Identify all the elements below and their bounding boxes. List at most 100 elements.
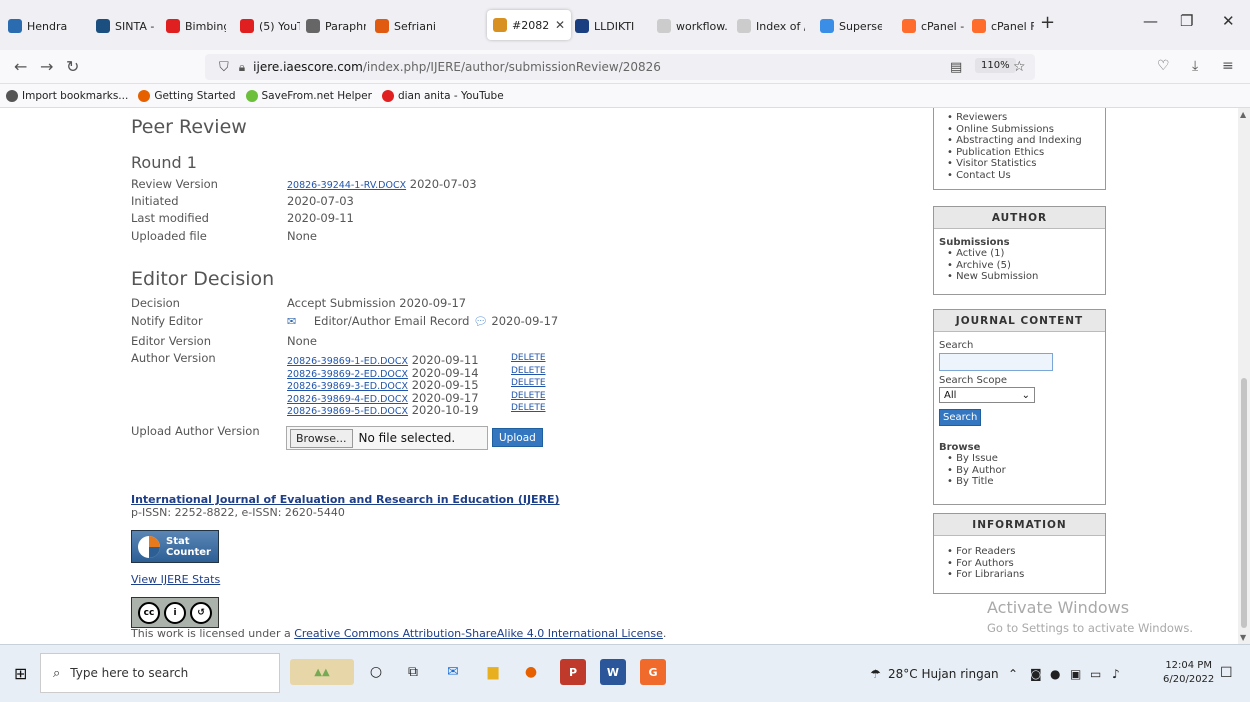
tab-1[interactable]: Hendra bbox=[8, 13, 78, 39]
tab-13[interactable]: cPanel F bbox=[972, 13, 1034, 39]
tab-10[interactable]: Index of / bbox=[737, 13, 805, 39]
statcounter-badge[interactable]: Stat Counter bbox=[131, 530, 219, 563]
sidebar-author-block: AUTHOR Submissions Active (1)Archive (5)… bbox=[933, 206, 1106, 295]
upload-button[interactable]: Upload bbox=[492, 428, 543, 447]
restore-icon[interactable]: ❐ bbox=[1180, 12, 1193, 30]
sidebar-link[interactable]: Reviewers bbox=[947, 112, 1100, 124]
delete-link[interactable]: DELETE bbox=[511, 403, 546, 413]
sidebar-link[interactable]: Publication Ethics bbox=[947, 147, 1100, 159]
zoom-level[interactable]: 110% bbox=[975, 58, 1016, 73]
minimize-icon[interactable]: — bbox=[1143, 12, 1158, 30]
reader-view-icon[interactable]: ▤ bbox=[950, 60, 962, 75]
email-record-link[interactable]: Editor/Author Email Record bbox=[314, 314, 470, 328]
decision-label: Decision bbox=[131, 296, 180, 310]
comment-icon[interactable]: 💬︎ bbox=[473, 314, 488, 328]
file-explorer-icon[interactable]: ▆ bbox=[480, 659, 506, 685]
tab-12[interactable]: cPanel - bbox=[902, 13, 964, 39]
tab-5[interactable]: Paraphra bbox=[306, 13, 366, 39]
menu-icon[interactable]: ≡ bbox=[1222, 58, 1234, 74]
information-link[interactable]: For Librarians bbox=[947, 569, 1100, 581]
cc-license-badge[interactable]: cc i ↺ bbox=[131, 597, 219, 628]
delete-link[interactable]: DELETE bbox=[511, 391, 546, 401]
bookmark-item[interactable]: dian anita - YouTube bbox=[381, 89, 504, 102]
cortana-icon[interactable]: ○ bbox=[363, 659, 389, 685]
close-icon[interactable]: ✕ bbox=[1222, 12, 1235, 30]
browse-link[interactable]: By Title bbox=[947, 476, 1100, 488]
tab-11[interactable]: Superse bbox=[820, 13, 882, 39]
close-tab-icon[interactable]: ✕ bbox=[555, 18, 565, 32]
bookmark-item[interactable]: SaveFrom.net Helper bbox=[245, 89, 372, 102]
sidebar-link[interactable]: Visitor Statistics bbox=[947, 158, 1100, 170]
email-icon[interactable]: ✉ bbox=[287, 315, 296, 328]
tab-9[interactable]: workflow.pd bbox=[657, 13, 727, 39]
display-icon[interactable]: ▣ bbox=[1070, 667, 1081, 681]
windows-start-icon[interactable]: ⊞ bbox=[14, 664, 27, 683]
task-view-icon[interactable]: ⧉ bbox=[400, 659, 426, 685]
delete-link[interactable]: DELETE bbox=[511, 366, 546, 376]
scroll-down-icon[interactable]: ▼ bbox=[1240, 633, 1246, 642]
search-scope-select[interactable]: All ⌄ bbox=[939, 387, 1035, 403]
reload-icon[interactable]: ↻ bbox=[66, 57, 79, 76]
weather-text[interactable]: 28°C Hujan ringan bbox=[888, 667, 999, 681]
address-bar[interactable]: ⛉ 🔒︎ ijere.iaescore.com/index.php/IJERE/… bbox=[205, 54, 1035, 80]
shield-icon[interactable]: ⛉ bbox=[219, 60, 229, 75]
mail-icon[interactable]: ✉ bbox=[440, 659, 466, 685]
sidebar-link[interactable]: Abstracting and Indexing bbox=[947, 135, 1100, 147]
information-link[interactable]: For Readers bbox=[947, 546, 1100, 558]
network-icon[interactable]: ▭ bbox=[1090, 667, 1101, 681]
tab-6[interactable]: Sefriani, bbox=[375, 13, 435, 39]
downloads-icon[interactable]: ⤓ bbox=[1192, 58, 1198, 74]
review-version-file-link[interactable]: 20826-39244-1-RV.DOCX bbox=[287, 180, 406, 191]
browse-link[interactable]: By Issue bbox=[947, 453, 1100, 465]
app-g-icon[interactable]: G bbox=[640, 659, 666, 685]
scroll-thumb[interactable] bbox=[1241, 378, 1247, 628]
tab-4[interactable]: (5) YouT bbox=[240, 13, 300, 39]
firefox-icon[interactable]: ● bbox=[518, 659, 544, 685]
tab-3[interactable]: Bimbing bbox=[166, 13, 226, 39]
taskbar-clock[interactable]: 12:04 PM 6/20/2022 bbox=[1163, 659, 1214, 687]
browse-link[interactable]: By Author bbox=[947, 465, 1100, 477]
sidebar-link[interactable]: Online Submissions bbox=[947, 124, 1100, 136]
page-scrollbar[interactable]: ▲ ▼ bbox=[1238, 108, 1250, 644]
url-text[interactable]: ijere.iaescore.com/index.php/IJERE/autho… bbox=[253, 60, 661, 74]
search-button[interactable]: Search bbox=[939, 409, 982, 426]
back-icon[interactable]: ← bbox=[14, 57, 27, 76]
weather-icon[interactable]: ☂ bbox=[870, 667, 881, 681]
meet-now-icon[interactable]: ◙ bbox=[1030, 667, 1042, 681]
sidebar-link[interactable]: Contact Us bbox=[947, 170, 1100, 182]
bookmark-item[interactable]: Import bookmarks... bbox=[6, 89, 128, 102]
chevron-down-icon: ⌄ bbox=[1021, 389, 1030, 401]
tab-7[interactable]: #2082 ✕ bbox=[487, 10, 571, 40]
file-input[interactable]: Browse... No file selected. bbox=[286, 426, 488, 450]
scroll-up-icon[interactable]: ▲ bbox=[1240, 110, 1246, 119]
submission-link[interactable]: Active (1) bbox=[947, 248, 1100, 260]
journal-title-link[interactable]: International Journal of Evaluation and … bbox=[131, 493, 560, 506]
view-stats-link[interactable]: View IJERE Stats bbox=[131, 573, 220, 586]
taskbar-search-box[interactable]: ⌕ Type here to search bbox=[40, 653, 280, 693]
pocket-icon[interactable]: ♡ bbox=[1157, 58, 1170, 74]
new-tab-button[interactable]: + bbox=[1040, 12, 1055, 33]
initiated-value: 2020-07-03 bbox=[287, 194, 354, 208]
delete-link[interactable]: DELETE bbox=[511, 353, 546, 363]
lock-icon[interactable]: 🔒︎ bbox=[239, 60, 245, 75]
submission-link[interactable]: Archive (5) bbox=[947, 260, 1100, 272]
delete-link[interactable]: DELETE bbox=[511, 378, 546, 388]
author-version-file-link[interactable]: 20826-39869-5-ED.DOCX bbox=[287, 406, 408, 417]
notification-icon[interactable]: ☐ bbox=[1220, 665, 1233, 681]
browse-button[interactable]: Browse... bbox=[290, 428, 353, 448]
news-widget-icon[interactable]: ▲▲ bbox=[290, 659, 354, 685]
information-link[interactable]: For Authors bbox=[947, 558, 1100, 570]
search-input[interactable] bbox=[939, 353, 1053, 371]
bookmark-star-icon[interactable]: ☆ bbox=[1013, 59, 1026, 75]
forward-icon[interactable]: → bbox=[40, 57, 53, 76]
submission-link[interactable]: New Submission bbox=[947, 271, 1100, 283]
tray-overflow-icon[interactable]: ⌃ bbox=[1008, 667, 1018, 681]
powerpoint-icon[interactable]: P bbox=[560, 659, 586, 685]
volume-icon[interactable]: ♪ bbox=[1112, 667, 1120, 681]
tab-8[interactable]: LLDIKTI bbox=[575, 13, 641, 39]
license-link[interactable]: Creative Commons Attribution-ShareAlike … bbox=[294, 627, 663, 640]
microphone-icon[interactable]: ● bbox=[1050, 667, 1060, 681]
bookmark-item[interactable]: Getting Started bbox=[138, 89, 236, 102]
word-icon[interactable]: W bbox=[600, 659, 626, 685]
tab-2[interactable]: SINTA - bbox=[96, 13, 156, 39]
